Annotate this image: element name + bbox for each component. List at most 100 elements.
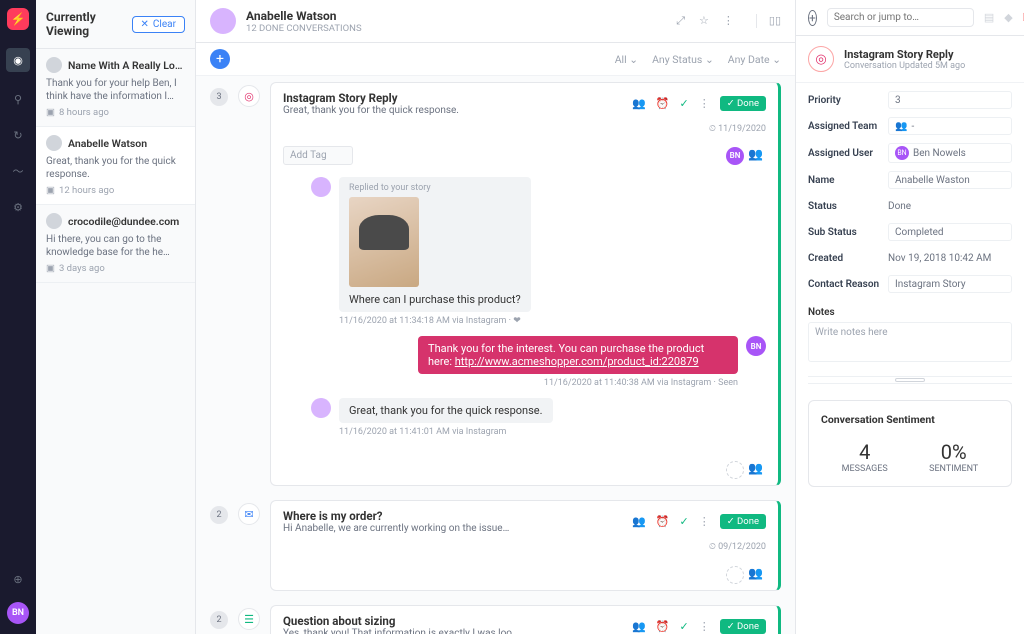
message-link[interactable]: http://www.acmeshopper.com/product_id:22…	[455, 355, 699, 368]
story-image	[349, 197, 419, 287]
field-team[interactable]: 👥-	[888, 117, 1012, 135]
sender-avatar: BN	[746, 336, 766, 356]
view-icon[interactable]: ◉	[6, 48, 30, 72]
instagram-icon: ◎	[808, 46, 834, 72]
label-status: Status	[808, 201, 888, 212]
conversation-card: 2 ✉ Where is my order? Hi Anabelle, we a…	[210, 500, 781, 591]
check-icon[interactable]: ✓	[680, 97, 689, 110]
message-count-badge: 2	[210, 611, 228, 629]
list-item-preview: Thank you for your help Ben, I think hav…	[46, 77, 185, 103]
activity-icon[interactable]: 〜	[9, 162, 27, 180]
done-badge: ✓ Done	[720, 514, 766, 529]
done-badge: ✓ Done	[720, 96, 766, 111]
assignee-empty[interactable]	[726, 461, 744, 479]
more-icon[interactable]: ⋮	[699, 620, 710, 633]
list-item-preview: Hi there, you can go to the knowledge ba…	[46, 233, 185, 259]
search-input[interactable]	[827, 8, 974, 27]
clipboard-icon[interactable]: ▤	[984, 11, 994, 24]
conv-preview: Yes, thank you! That information is exac…	[283, 628, 519, 634]
add-tag-input[interactable]: Add Tag	[283, 146, 353, 165]
chevron-down-icon: ⌄	[629, 53, 638, 66]
label-priority: Priority	[808, 95, 888, 106]
team-icon[interactable]: 👥	[748, 566, 766, 584]
sender-avatar	[311, 398, 331, 418]
team-icon[interactable]: 👥	[748, 461, 766, 479]
more-icon[interactable]: ⋮	[723, 14, 734, 28]
field-user[interactable]: BNBen Nowels	[888, 143, 1012, 163]
panel-icon[interactable]: ▯▯	[756, 14, 781, 28]
clock-icon[interactable]: ⏰	[656, 97, 670, 110]
conversation-pane: Anabelle Watson 12 DONE CONVERSATIONS ⤢ …	[196, 0, 796, 634]
archive-icon: ▣	[46, 107, 55, 118]
list-item-time: ▣8 hours ago	[46, 107, 185, 118]
check-icon[interactable]: ✓	[680, 515, 689, 528]
bell-icon[interactable]: ◆	[1004, 11, 1012, 24]
detail-sub: Conversation Updated 5M ago	[844, 61, 965, 71]
conv-title: Where is my order?	[283, 509, 509, 523]
message-bubble: Thank you for the interest. You can purc…	[418, 336, 738, 374]
add-conversation-button[interactable]: +	[210, 49, 230, 69]
field-created: Nov 19, 2018 10:42 AM	[888, 249, 1012, 267]
clear-button[interactable]: ✕Clear	[132, 16, 185, 33]
list-item[interactable]: Anabelle WatsonGreat, thank you for the …	[36, 127, 195, 205]
team-icon[interactable]: 👥	[748, 147, 766, 165]
people-icon[interactable]: 👥	[632, 515, 646, 528]
messages-count: 4	[842, 440, 888, 464]
search-icon[interactable]: ⚲	[9, 90, 27, 108]
clock-icon[interactable]: ⏰	[656, 515, 670, 528]
story-label: Replied to your story	[349, 183, 521, 193]
close-icon: ✕	[141, 19, 149, 30]
sentiment-label: SENTIMENT	[929, 464, 978, 474]
conversation-header: Anabelle Watson 12 DONE CONVERSATIONS ⤢ …	[196, 0, 795, 43]
field-contact-name[interactable]: Anabelle Waston	[888, 171, 1012, 189]
message-bubble: Great, thank you for the quick response.	[339, 398, 553, 423]
label-created: Created	[808, 253, 888, 264]
assignee-avatar[interactable]: BN	[726, 147, 744, 165]
contact-name: Anabelle Watson	[246, 9, 362, 23]
field-reason[interactable]: Instagram Story	[888, 275, 1012, 293]
gear-icon[interactable]: ⚙	[9, 198, 27, 216]
filter-all[interactable]: All ⌄	[615, 53, 638, 66]
conv-date: ⏲ 11/19/2020	[709, 124, 766, 134]
conv-title: Instagram Story Reply	[283, 91, 459, 105]
conv-preview: Great, thank you for the quick response.	[283, 105, 459, 116]
globe-icon[interactable]: ⊕	[9, 570, 27, 588]
nav-iconbar: ⚡ ◉ ⚲ ↻ 〜 ⚙ ⊕ BN	[0, 0, 36, 634]
assignee-avatar: BN	[895, 146, 909, 160]
people-icon[interactable]: 👥	[632, 620, 646, 633]
list-item-name: Name With A Really Lon…	[68, 59, 185, 72]
channel-icon: ✉	[238, 503, 260, 525]
assignee-empty[interactable]	[726, 566, 744, 584]
conv-title: Question about sizing	[283, 614, 519, 628]
sentiment-percent: 0%	[929, 440, 978, 464]
star-icon[interactable]: ☆	[699, 14, 709, 28]
label-team: Assigned Team	[808, 121, 888, 132]
filter-date[interactable]: Any Date ⌄	[728, 53, 781, 66]
more-icon[interactable]: ⋮	[699, 515, 710, 528]
field-substatus[interactable]: Completed	[888, 223, 1012, 241]
clock-icon[interactable]: ⏰	[656, 620, 670, 633]
filter-status[interactable]: Any Status ⌄	[652, 53, 714, 66]
list-item[interactable]: Name With A Really Lon… Thank you for you…	[36, 49, 195, 127]
message-bubble: Replied to your storyWhere can I purchas…	[339, 177, 531, 312]
label-notes: Notes	[808, 307, 1012, 318]
expand-icon[interactable]: ⤢	[676, 14, 685, 28]
people-icon[interactable]: 👥	[632, 97, 646, 110]
list-item-time: ▣3 days ago	[46, 263, 185, 274]
label-reason: Contact Reason	[808, 279, 888, 290]
conversation-card: 2 ☰ Question about sizing Yes, thank you…	[210, 605, 781, 634]
current-user-avatar[interactable]: BN	[7, 602, 29, 624]
field-priority[interactable]: 3	[888, 91, 1012, 109]
notes-input[interactable]: Write notes here	[808, 322, 1012, 362]
more-icon[interactable]: ⋮	[699, 97, 710, 110]
list-title: Currently Viewing	[46, 10, 132, 38]
chevron-down-icon: ⌄	[772, 53, 781, 66]
message-meta: 11/16/2020 at 11:40:38 AM via Instagram …	[311, 378, 738, 388]
resize-handle[interactable]	[808, 376, 1012, 384]
refresh-icon[interactable]: ↻	[9, 126, 27, 144]
app-logo: ⚡	[7, 8, 29, 30]
add-icon[interactable]: +	[808, 10, 817, 26]
list-item[interactable]: crocodile@dundee.comHi there, you can go…	[36, 205, 195, 283]
check-icon[interactable]: ✓	[680, 620, 689, 633]
done-badge: ✓ Done	[720, 619, 766, 634]
